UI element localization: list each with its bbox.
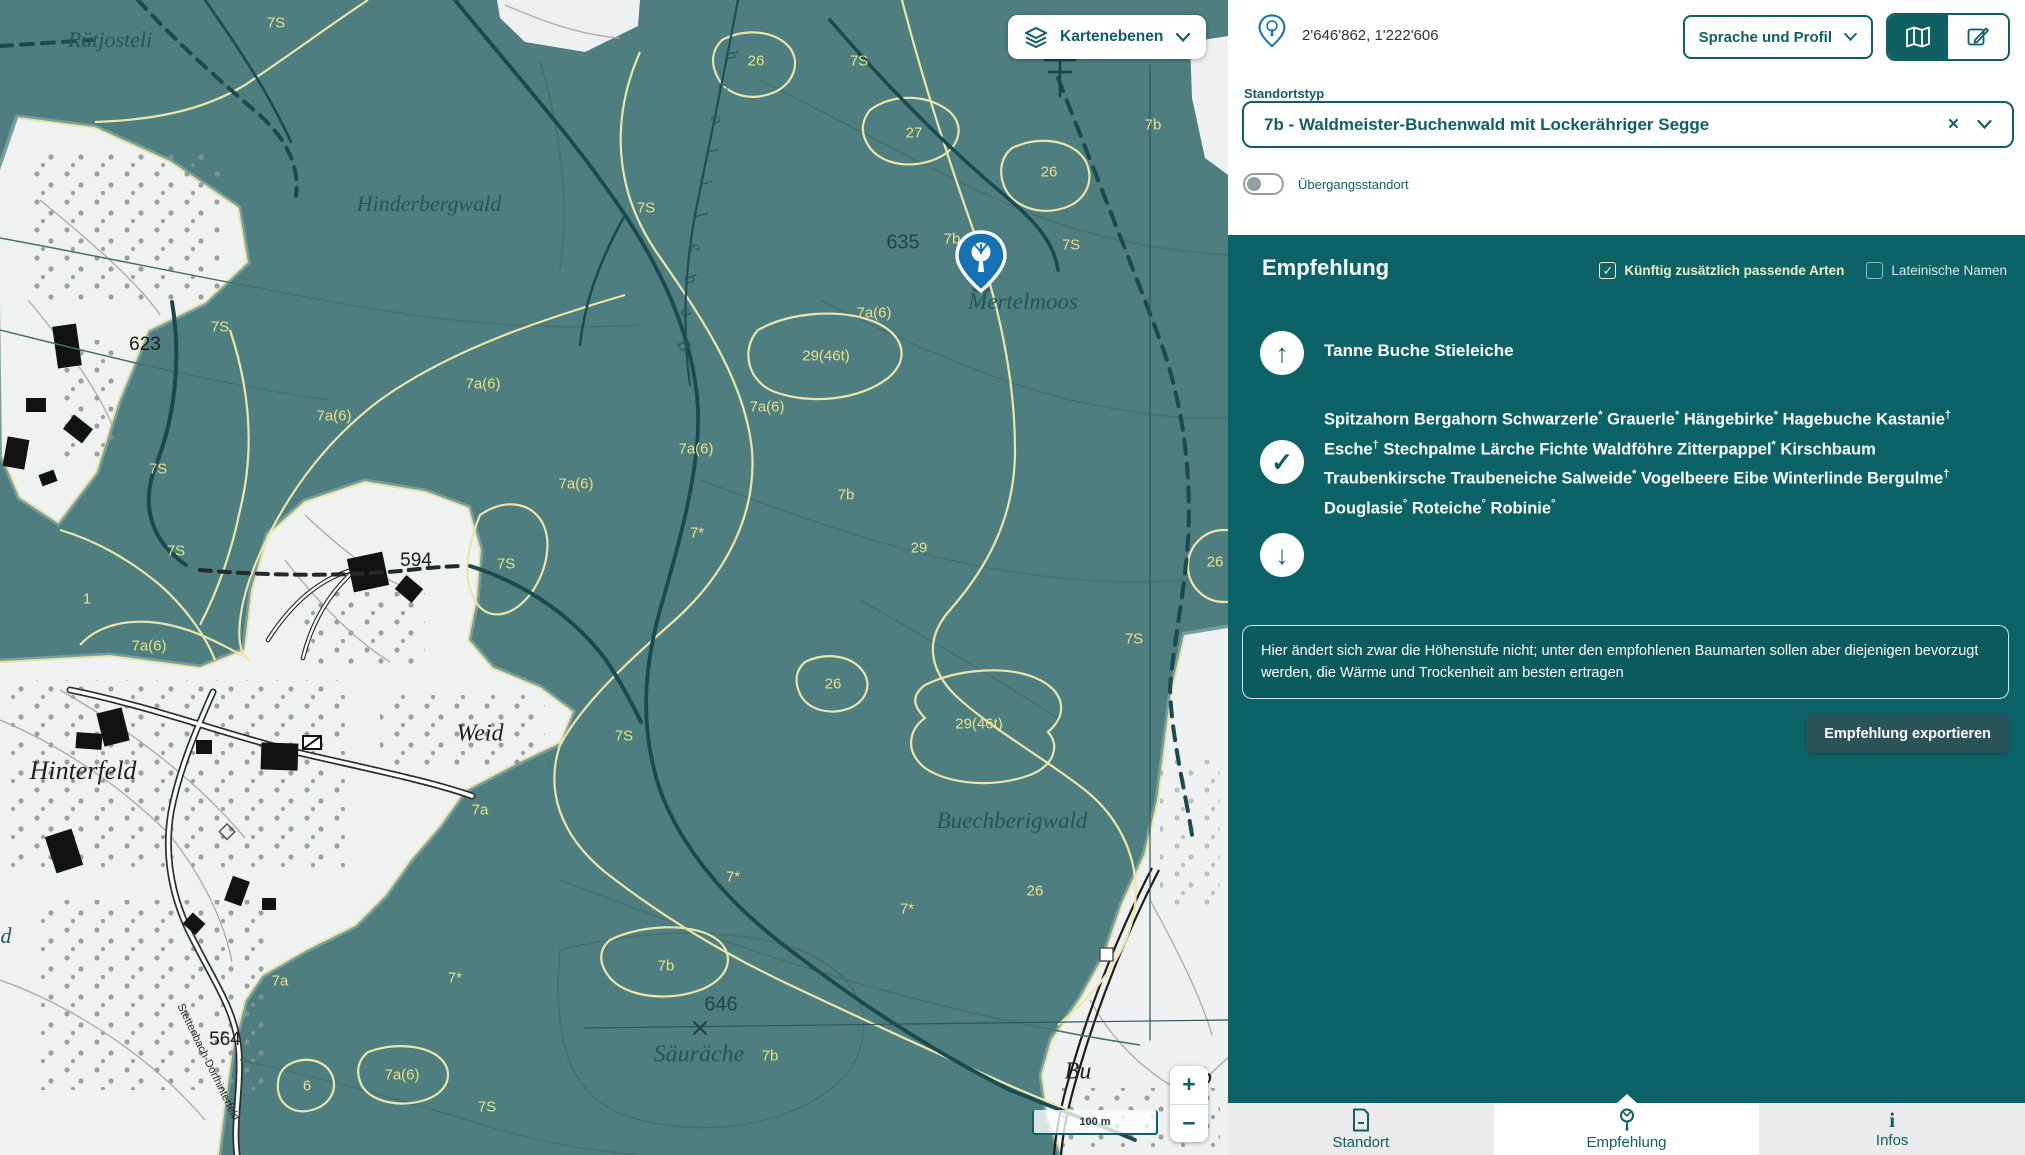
chevron-down-icon (1844, 33, 1857, 41)
map-icon (1905, 26, 1931, 48)
recommendation-note: Hier ändert sich zwar die Höhenstufe nic… (1242, 625, 2009, 699)
standorttyp-value: 7b - Waldmeister-Buchenwald mit Lockeräh… (1264, 115, 1709, 135)
map-artwork (0, 0, 1228, 1155)
promoted-species-list: Tanne Buche Stieleiche (1324, 331, 1514, 361)
toggle-knob (1247, 177, 1261, 191)
tab-standort-label: Standort (1332, 1134, 1389, 1151)
checkbox-checked-icon: ✓ (1599, 262, 1616, 279)
future-species-checkbox[interactable]: ✓ Künftig zusätzlich passende Arten (1599, 262, 1844, 279)
language-profile-button[interactable]: Sprache und Profil (1683, 15, 1873, 59)
uebergangsstandort-toggle[interactable] (1243, 173, 1284, 195)
zoom-control: + − (1170, 1066, 1208, 1142)
standorttyp-label: Standortstyp (1244, 86, 1324, 101)
language-profile-label: Sprache und Profil (1699, 29, 1832, 46)
map-canvas[interactable]: 7S267S277b267S7b7S7a(6)7S29(46t)7a(6)7a(… (0, 0, 1228, 1155)
suitable-species-row: ✓ Spitzahorn Bergahorn Schwarzerle* Grau… (1260, 403, 2005, 521)
promoted-species-row: ↑ Tanne Buche Stieleiche (1260, 331, 2005, 375)
option-checkboxes: ✓ Künftig zusätzlich passende Arten Late… (1599, 262, 2007, 279)
clear-selection-icon[interactable]: × (1948, 114, 1959, 136)
coordinates-readout: 2'646'862, 1'222'606 (1302, 27, 1439, 44)
map-view-button[interactable] (1888, 15, 1948, 59)
arrow-up-circle-icon: ↑ (1260, 331, 1304, 375)
document-icon (1351, 1108, 1371, 1132)
latin-names-label: Lateinische Namen (1891, 263, 2007, 278)
tab-infos-label: Infos (1876, 1132, 1909, 1149)
view-toggle-group (1886, 13, 2010, 61)
tab-standort[interactable]: Standort (1228, 1103, 1494, 1155)
checkbox-unchecked-icon (1866, 262, 1883, 279)
side-panel: 2'646'862, 1'222'606 Sprache und Profil … (1228, 0, 2025, 1155)
info-icon: i (1889, 1110, 1895, 1130)
empfehlung-title: Empfehlung (1262, 255, 1389, 281)
app-logo-pin-icon (1258, 14, 1286, 48)
tab-empfehlung[interactable]: Empfehlung (1494, 1103, 1760, 1155)
uebergangsstandort-label: Übergangsstandort (1298, 177, 1409, 192)
zoom-in-button[interactable]: + (1170, 1066, 1208, 1104)
export-recommendation-button[interactable]: Empfehlung exportieren (1806, 715, 2009, 753)
demoted-species-row: ↓ (1260, 533, 2005, 577)
chevron-down-icon (1176, 33, 1190, 42)
tab-empfehlung-label: Empfehlung (1586, 1134, 1666, 1151)
suitable-species-list: Spitzahorn Bergahorn Schwarzerle* Grauer… (1324, 403, 1992, 521)
edit-icon (1966, 25, 1990, 49)
bottom-tabbar: Standort Empfehlung i Infos (1228, 1103, 2025, 1155)
location-marker-pin[interactable] (954, 230, 1008, 294)
latin-names-checkbox[interactable]: Lateinische Namen (1866, 262, 2007, 279)
future-species-label: Künftig zusätzlich passende Arten (1624, 263, 1844, 278)
layers-icon (1024, 25, 1048, 49)
map-scalebar: 100 m (1032, 1110, 1158, 1135)
empfehlung-panel: Empfehlung ✓ Künftig zusätzlich passende… (1228, 235, 2025, 1103)
tab-infos[interactable]: i Infos (1759, 1103, 2025, 1155)
zoom-out-button[interactable]: − (1170, 1105, 1208, 1143)
tree-pin-icon (1616, 1108, 1638, 1132)
scalebar-label: 100 m (1079, 1116, 1110, 1128)
standorttyp-select[interactable]: 7b - Waldmeister-Buchenwald mit Lockeräh… (1242, 101, 2014, 148)
map-layers-button[interactable]: Kartenebenen (1008, 15, 1206, 59)
check-circle-icon: ✓ (1260, 440, 1304, 484)
chevron-down-icon[interactable] (1977, 120, 1992, 129)
arrow-down-circle-icon: ↓ (1260, 533, 1304, 577)
map-layers-label: Kartenebenen (1060, 28, 1163, 46)
edit-view-button[interactable] (1948, 15, 2008, 59)
